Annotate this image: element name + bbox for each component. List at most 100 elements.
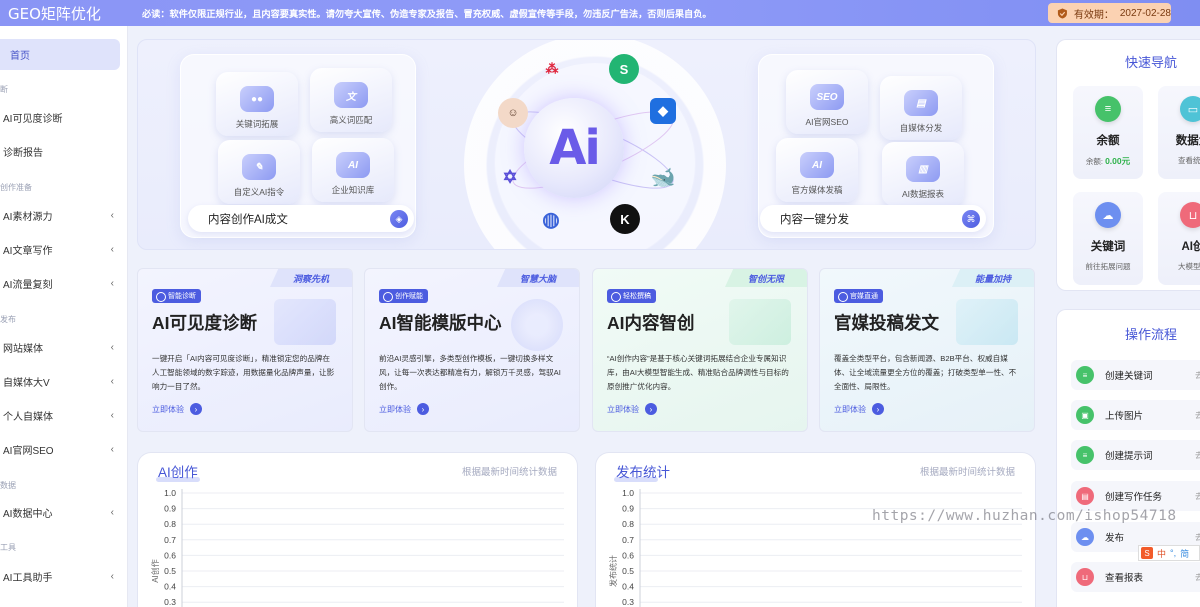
ime-toolbar[interactable]: S 中 °, 简 <box>1138 545 1200 561</box>
sidebar-item-home[interactable]: 首页 <box>0 39 120 70</box>
step-label: 创建写作任务 <box>1105 492 1163 503</box>
tile-ai-seo[interactable]: SEO AI官网SEO <box>786 70 868 134</box>
sidebar-item-article-writing[interactable]: AI文章写作 ‹ <box>0 238 122 260</box>
card-title: 官媒投稿发文 <box>834 313 939 333</box>
sidebar-group-publish: 发布 <box>0 315 16 324</box>
sidebar-item-label: AI官网SEO <box>3 445 54 457</box>
sidebar-item-label: AI可见度诊断 <box>3 113 63 125</box>
card-desc: 一键开启「AI内容可见度诊断」，精准锁定您的品牌在人工智能领域的数字踪迹，用数据… <box>152 354 335 391</box>
card-ribbon: 洞察先机 <box>270 269 352 287</box>
cube-logo-icon: ◆ <box>650 98 676 124</box>
y-tick-label: 0.7 <box>622 535 634 545</box>
k-logo-icon: K <box>610 204 640 234</box>
tile-ai-report[interactable]: ▥ AI数据报表 <box>882 142 964 206</box>
sidebar-item-data-center[interactable]: AI数据中心 ‹ <box>0 501 122 523</box>
sidebar-item-visibility-diagnosis[interactable]: AI可见度诊断 <box>0 106 122 128</box>
y-tick-label: 0.9 <box>164 504 176 514</box>
sidebar-item-diagnosis-report[interactable]: 诊断报告 <box>0 140 122 162</box>
try-now-link[interactable]: 立即体验 › <box>607 403 657 415</box>
one-click-dist-pill[interactable]: 内容一键分发 ⌘ <box>760 205 986 232</box>
quick-card-data[interactable]: ▭ 数据大 查看统计 <box>1158 86 1200 179</box>
quick-card-ai-create[interactable]: ⊔ AI创 大模型自 <box>1158 192 1200 285</box>
sidebar-item-label: AI数据中心 <box>3 508 53 520</box>
quick-card-label: 关键词 <box>1090 241 1126 253</box>
feature-card-media[interactable]: 能量加持 官媒直通 官媒投稿发文 覆盖全类型平台，包含新闻源、B2B平台、权威自… <box>819 268 1035 432</box>
chart-panel-publish: 发布统计 根据最新时间统计数据 发布统计 1.0 0.9 0.8 0.7 0.6 0.5 0.… <box>595 452 1036 607</box>
avatar-icon: ☺ <box>498 98 528 128</box>
step-go[interactable]: 去创 <box>1195 491 1200 502</box>
document-icon: ≡ <box>1076 366 1094 384</box>
sidebar-item-ai-seo[interactable]: AI官网SEO ‹ <box>0 438 122 460</box>
card-ribbon: 智创无限 <box>725 269 807 287</box>
sidebar-item-tool-assistant[interactable]: AI工具助手 ‹ <box>0 565 122 587</box>
try-now-link[interactable]: 立即体验 › <box>379 403 429 415</box>
y-axis-label: 发布统计 <box>608 555 618 587</box>
y-axis-label: AI创作 <box>150 559 160 583</box>
card-title: AI内容智创 <box>607 313 695 333</box>
card-title: AI可见度诊断 <box>152 313 257 333</box>
step-upload-image[interactable]: ▣ 上传图片 去上 <box>1071 400 1200 430</box>
balance-value: 0.00元 <box>1105 156 1131 166</box>
y-tick-label: 0.6 <box>164 550 176 560</box>
card-ribbon: 能量加持 <box>952 269 1034 287</box>
quick-card-label: 数据大 <box>1175 135 1200 147</box>
quick-nav-panel: 快速导航 ≡ 余额 余额: 0.00元 ▭ 数据大 查看统计 ☁ 关键词 前往拓… <box>1056 39 1200 291</box>
sidebar-item-media-v[interactable]: 自媒体大V ‹ <box>0 370 122 392</box>
tile-custom-ai[interactable]: ✎ 自定义AI指令 <box>218 140 300 204</box>
seo-icon: SEO <box>810 84 844 110</box>
pill-label: 内容创作AI成文 <box>208 213 288 226</box>
ai-head-icon <box>511 299 563 351</box>
sidebar-item-traffic-copy[interactable]: AI流量复刻 ‹ <box>0 272 122 294</box>
brand-logo[interactable]: GEO矩阵优化 <box>0 3 128 24</box>
link-label: 立即体验 <box>834 404 866 414</box>
sidebar-item-label: AI流量复刻 <box>3 279 53 291</box>
step-view-report[interactable]: ⊔ 查看报表 去查 <box>1071 562 1200 592</box>
sidebar-item-personal-media[interactable]: 个人自媒体 ‹ <box>0 404 122 426</box>
chart-subtitle: 根据最新时间统计数据 <box>919 467 1015 478</box>
step-create-keyword[interactable]: ≡ 创建关键词 去创 <box>1071 360 1200 390</box>
step-go[interactable]: 去创 <box>1195 450 1200 461</box>
step-go[interactable]: 去查 <box>1195 572 1200 583</box>
users-icon: ●● <box>240 86 274 112</box>
chevron-left-icon: ‹ <box>110 506 114 518</box>
feature-card-template[interactable]: 智慧大脑 创作赋能 AI智能模版中心 前沿AI灵感引擎，多类型创作模板，一键切换… <box>364 268 580 432</box>
card-desc: 覆盖全类型平台，包含新闻源、B2B平台、权威自媒体、让全域流量更全方位的覆盖；打… <box>834 354 1017 391</box>
quick-card-balance[interactable]: ≡ 余额 余额: 0.00元 <box>1073 86 1143 179</box>
sidebar-group-prep: 创作准备 <box>0 183 32 192</box>
step-go[interactable]: 去上 <box>1195 410 1200 421</box>
ime-simplified[interactable]: 简 <box>1180 547 1189 560</box>
hero-banner: ●● 关键词拓展 文高义词匹配 ✎ 自定义AI指令 AI 企业知识库 内容创作AI成文… <box>137 39 1036 250</box>
translate-icon: 文 <box>334 82 368 108</box>
step-create-prompt[interactable]: ≡ 创建提示词 去创 <box>1071 440 1200 470</box>
tile-keyword-expand[interactable]: ●● 关键词拓展 <box>216 72 298 136</box>
sitemap-icon: ⌘ <box>962 210 980 228</box>
try-now-link[interactable]: 立即体验 › <box>834 403 884 415</box>
card-desc: 前沿AI灵感引擎，多类型创作模板，一键切换多样文风，让每一次表达都精准有力，解锁… <box>379 354 561 391</box>
chevron-left-icon: ‹ <box>110 209 114 221</box>
tile-label: 企业知识库 <box>331 185 375 195</box>
shield-icon <box>1057 8 1067 18</box>
bar-chart-icon: ▥ <box>906 156 940 182</box>
tile-self-media[interactable]: ▤ 自媒体分发 <box>880 76 962 140</box>
y-tick-label: 0.6 <box>622 550 634 560</box>
feature-card-visibility[interactable]: 洞察先机 智能诊断 AI可见度诊断 一键开启「AI内容可见度诊断」，精准锁定您的… <box>137 268 353 432</box>
step-create-task[interactable]: ▤ 创建写作任务 去创 <box>1071 481 1200 511</box>
notice-text: 必读：软件仅限正规行业，且内容要真实性。请勿夸大宣传、伪造专家及报告、冒充权威、… <box>142 9 712 19</box>
tile-official-media[interactable]: AI 官方媒体发稿 <box>776 138 858 202</box>
ime-punct[interactable]: °, <box>1170 548 1176 558</box>
quick-card-keyword[interactable]: ☁ 关键词 前往拓展问题 <box>1073 192 1143 285</box>
sidebar-item-label: 个人自媒体 <box>3 411 53 423</box>
document-icon: ≡ <box>1095 96 1121 122</box>
ime-chinese[interactable]: 中 <box>1157 547 1166 560</box>
sidebar-item-material[interactable]: AI素材源力 ‹ <box>0 204 122 226</box>
content-ai-pill[interactable]: 内容创作AI成文 ◈ <box>188 205 414 232</box>
feature-card-content[interactable]: 智创无限 轻松撰稿 AI内容智创 “AI创作内容”是基于核心关键词拓展结合企业专… <box>592 268 808 432</box>
sidebar-item-website-media[interactable]: 网站媒体 ‹ <box>0 336 122 358</box>
quick-card-label: 余额 <box>1096 135 1120 147</box>
try-now-link[interactable]: 立即体验 › <box>152 403 202 415</box>
step-go[interactable]: 去创 <box>1195 370 1200 381</box>
tile-knowledge-base[interactable]: AI 企业知识库 <box>312 138 394 202</box>
tile-synonym-match[interactable]: 文高义词匹配 <box>310 68 392 132</box>
step-go[interactable]: 去发 <box>1195 532 1200 543</box>
quick-card-sub: 余额: 0.00元 <box>1086 155 1130 167</box>
